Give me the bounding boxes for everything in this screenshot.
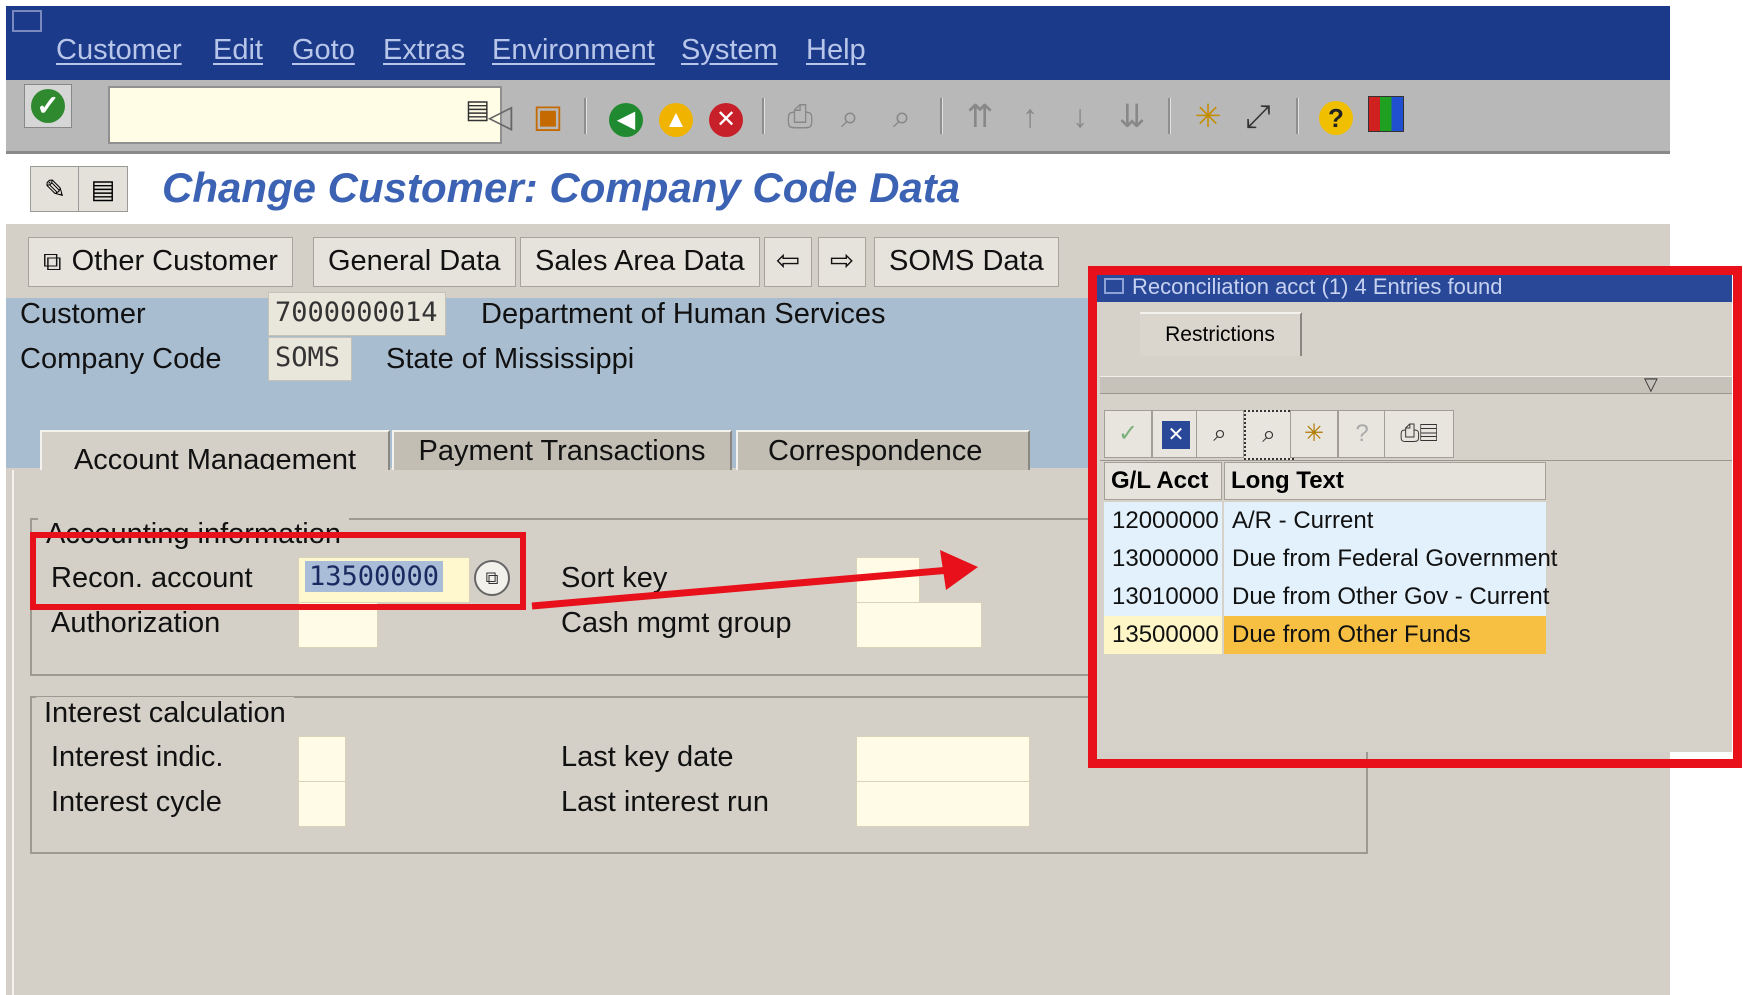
tab-payment-transactions[interactable]: Payment Transactions xyxy=(392,430,732,472)
help-icon[interactable]: ? xyxy=(1316,96,1356,136)
toolbar-separator xyxy=(762,98,765,134)
last-page-icon[interactable]: ⇊ xyxy=(1112,96,1152,136)
last-key-date-input[interactable] xyxy=(856,736,1030,782)
customize-layout-icon[interactable] xyxy=(1366,96,1406,136)
interest-cycle-label: Interest cycle xyxy=(51,786,222,818)
toolbar-separator xyxy=(940,98,943,134)
interest-cycle-input[interactable] xyxy=(298,781,346,827)
last-interest-run-input[interactable] xyxy=(856,781,1030,827)
command-field[interactable]: ▤ xyxy=(108,86,502,144)
menu-environment[interactable]: Environment xyxy=(492,34,655,67)
tab-account-management[interactable]: Account Management xyxy=(40,430,390,476)
print-icon[interactable]: ⎙ xyxy=(780,96,820,136)
find-icon[interactable]: ⌕ xyxy=(830,96,870,136)
next-page-icon[interactable]: ↓ xyxy=(1060,96,1100,136)
display-change-icon[interactable]: ✎ xyxy=(30,166,80,212)
general-data-button[interactable]: General Data xyxy=(313,237,516,287)
next-screen-icon[interactable]: ⇨ xyxy=(818,237,866,287)
company-code-label: Company Code xyxy=(20,343,222,375)
other-customer-button[interactable]: ⧉ Other Customer xyxy=(28,237,293,287)
back-arrow-icon[interactable]: ◁ xyxy=(480,96,520,136)
enter-check-icon[interactable]: ✓ xyxy=(24,84,72,128)
annotation-arrow xyxy=(531,550,978,610)
window-menu-icon[interactable] xyxy=(12,10,42,32)
find-next-icon[interactable]: ⌕ xyxy=(882,96,922,136)
tab-correspondence[interactable]: Correspondence xyxy=(736,430,1030,472)
toolbar-separator xyxy=(1296,98,1299,134)
company-code-field[interactable]: SOMS xyxy=(268,337,352,381)
notes-icon[interactable]: ▤ xyxy=(78,166,128,212)
menu-system[interactable]: System xyxy=(681,34,778,67)
back-icon[interactable]: ◀ xyxy=(606,96,646,137)
interest-indicator-label: Interest indic. xyxy=(51,741,224,773)
toolbar-separator xyxy=(1168,98,1171,134)
cancel-icon[interactable]: ✕ xyxy=(706,96,746,137)
customer-label: Customer xyxy=(20,298,146,330)
interest-indicator-input[interactable] xyxy=(298,736,346,782)
annotation-highlight-box xyxy=(30,532,526,610)
customer-field[interactable]: 7000000014 xyxy=(268,292,446,336)
annotation-popup-box xyxy=(1088,266,1742,768)
menu-customer[interactable]: Customer xyxy=(56,34,182,67)
menu-help[interactable]: Help xyxy=(806,34,866,67)
customer-name: Department of Human Services xyxy=(481,298,886,330)
soms-data-button[interactable]: SOMS Data xyxy=(874,237,1059,287)
menu-extras[interactable]: Extras xyxy=(383,34,465,67)
last-interest-run-label: Last interest run xyxy=(561,786,769,818)
exit-icon[interactable]: ▲ xyxy=(656,96,696,137)
create-session-icon[interactable]: ✳ xyxy=(1188,96,1228,136)
first-page-icon[interactable]: ⇈ xyxy=(960,96,1000,136)
previous-screen-icon[interactable]: ⇦ xyxy=(764,237,812,287)
company-name: State of Mississippi xyxy=(386,343,635,375)
toolbar-separator xyxy=(584,98,587,134)
other-customer-label: Other Customer xyxy=(71,245,278,277)
other-customer-icon: ⧉ xyxy=(43,246,62,276)
authorization-label: Authorization xyxy=(51,607,221,639)
menu-goto[interactable]: Goto xyxy=(292,34,355,67)
interest-calculation-title: Interest calculation xyxy=(36,697,294,730)
sales-area-data-button[interactable]: Sales Area Data xyxy=(520,237,760,287)
page-title: Change Customer: Company Code Data xyxy=(162,164,961,211)
menu-edit[interactable]: Edit xyxy=(213,34,263,67)
last-key-date-label: Last key date xyxy=(561,741,734,773)
shortcut-icon[interactable]: ⤢ xyxy=(1238,96,1278,136)
save-icon[interactable]: ▣ xyxy=(528,96,568,136)
previous-page-icon[interactable]: ↑ xyxy=(1010,96,1050,136)
